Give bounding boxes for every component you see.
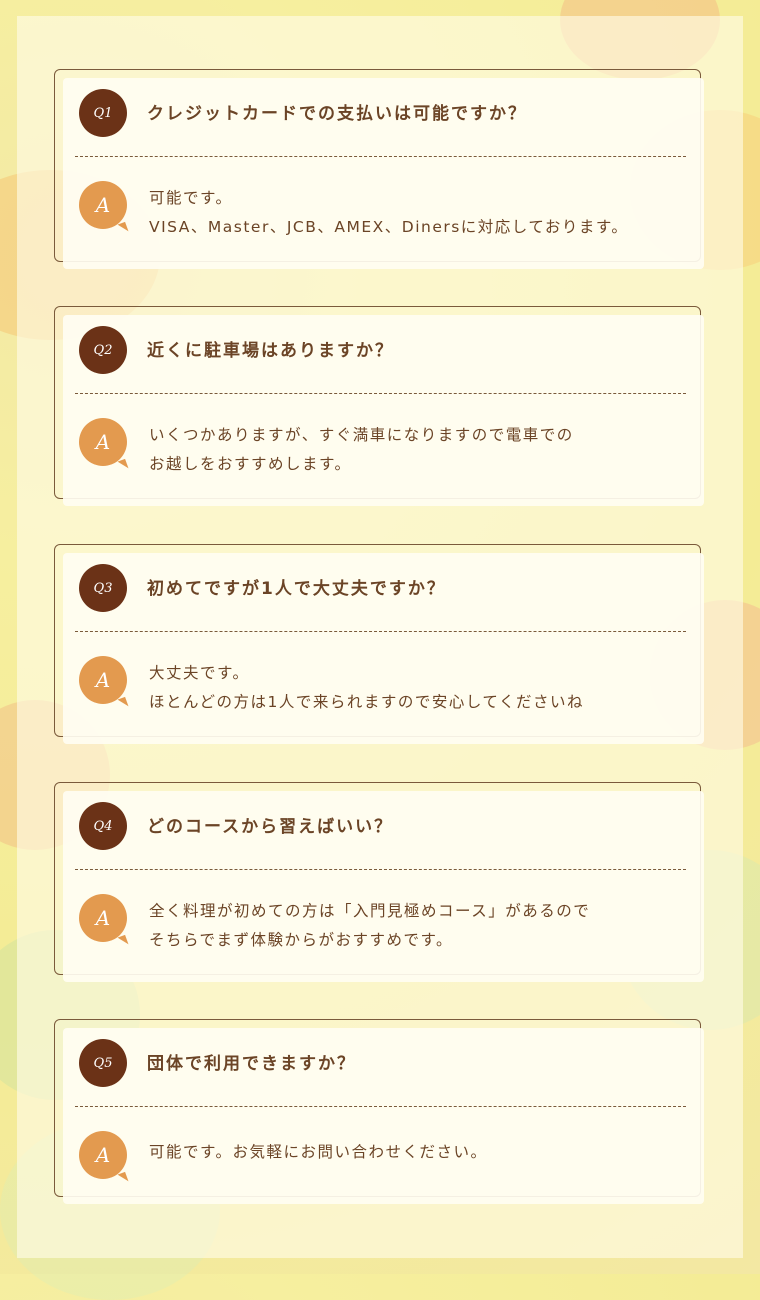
question-text: 近くに駐車場はありますか？ xyxy=(147,341,394,361)
answer-badge: A xyxy=(79,418,129,472)
faq-item: Q1 クレジットカードでの支払いは可能ですか？ A 可能です。 VISA、Mas… xyxy=(54,69,704,269)
question-text: クレジットカードでの支払いは可能ですか？ xyxy=(147,104,527,124)
answer-text: 大丈夫です。 ほとんどの方は1人で来られますので安心してくださいね xyxy=(149,659,584,717)
divider xyxy=(75,631,686,632)
question-badge: Q4 xyxy=(79,802,127,850)
answer-line: VISA、Master、JCB、AMEX、Dinersに対応しております。 xyxy=(149,218,629,236)
divider xyxy=(75,393,686,394)
answer-line: そちらでまず体験からがおすすめです。 xyxy=(149,931,453,949)
faq-item: Q3 初めてですが1人で大丈夫ですか？ A 大丈夫です。 ほとんどの方は1人で来… xyxy=(54,544,704,744)
answer-badge: A xyxy=(79,894,129,948)
divider xyxy=(75,156,686,157)
faq-item: Q4 どのコースから習えばいい？ A 全く料理が初めての方は「入門見極めコース」… xyxy=(54,782,704,982)
faq-item: Q5 団体で利用できますか？ A 可能です。お気軽にお問い合わせください。 xyxy=(54,1019,704,1204)
question-badge: Q2 xyxy=(79,326,127,374)
question-text: どのコースから習えばいい？ xyxy=(147,817,394,837)
answer-line: 可能です。 xyxy=(149,189,233,207)
answer-badge: A xyxy=(79,656,129,710)
answer-line: お越しをおすすめします。 xyxy=(149,455,352,473)
divider xyxy=(75,1106,686,1107)
answer-badge: A xyxy=(79,181,129,235)
answer-text: いくつかありますが、すぐ満車になりますので電車での お越しをおすすめします。 xyxy=(149,421,574,479)
answer-badge: A xyxy=(79,1131,129,1185)
question-badge: Q5 xyxy=(79,1039,127,1087)
faq-item: Q2 近くに駐車場はありますか？ A いくつかありますが、すぐ満車になりますので… xyxy=(54,306,704,506)
divider xyxy=(75,869,686,870)
answer-line: いくつかありますが、すぐ満車になりますので電車での xyxy=(149,426,574,444)
answer-line: 可能です。お気軽にお問い合わせください。 xyxy=(149,1143,488,1161)
question-text: 初めてですが1人で大丈夫ですか？ xyxy=(147,579,446,599)
answer-line: 大丈夫です。 xyxy=(149,664,250,682)
answer-text: 可能です。お気軽にお問い合わせください。 xyxy=(149,1138,487,1167)
question-badge: Q1 xyxy=(79,89,127,137)
answer-text: 全く料理が初めての方は「入門見極めコース」があるので そちらでまず体験からがおす… xyxy=(149,897,590,955)
answer-line: 全く料理が初めての方は「入門見極めコース」があるので xyxy=(149,902,591,920)
question-badge: Q3 xyxy=(79,564,127,612)
answer-line: ほとんどの方は1人で来られますので安心してくださいね xyxy=(149,693,584,711)
question-text: 団体で利用できますか？ xyxy=(147,1054,356,1074)
answer-text: 可能です。 VISA、Master、JCB、AMEX、Dinersに対応しており… xyxy=(149,184,628,242)
